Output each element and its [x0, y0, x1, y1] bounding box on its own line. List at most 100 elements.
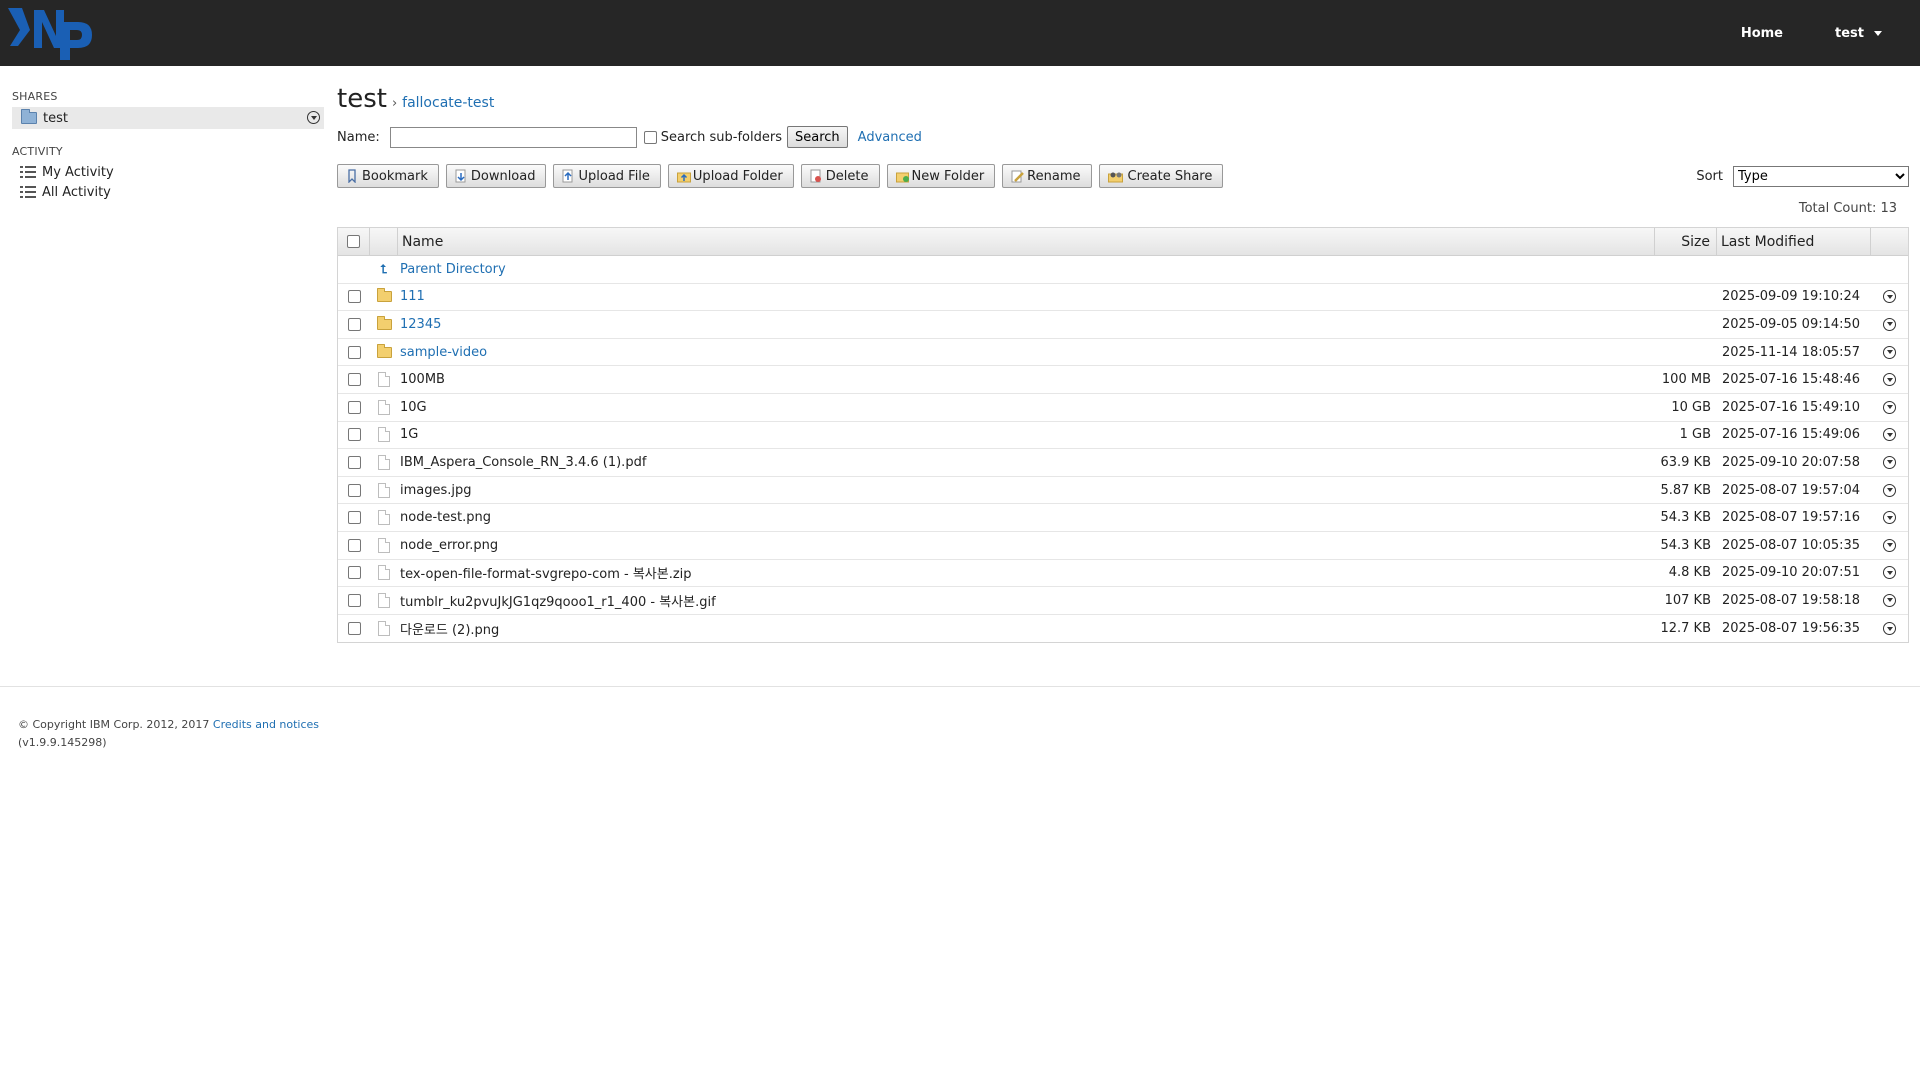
row-checkbox[interactable] — [347, 345, 361, 359]
table-row[interactable]: images.jpg 5.87 KB 2025-08-07 19:57:04 — [338, 477, 1908, 505]
table-row[interactable]: 다운로드 (2).png 12.7 KB 2025-08-07 19:56:35 — [338, 615, 1908, 643]
table-row[interactable]: 1G 1 GB 2025-07-16 15:49:06 — [338, 422, 1908, 450]
file-name[interactable]: IBM_Aspera_Console_RN_3.4.6 (1).pdf — [400, 455, 646, 470]
row-menu-cell — [1871, 345, 1908, 359]
bookmark-button[interactable]: Bookmark — [337, 164, 439, 188]
row-checkbox[interactable] — [347, 455, 361, 469]
share-menu-icon[interactable] — [307, 111, 320, 128]
row-checkbox-cell — [338, 345, 370, 359]
row-menu-icon[interactable] — [1883, 373, 1896, 387]
table-row[interactable]: node-test.png 54.3 KB 2025-08-07 19:57:16 — [338, 504, 1908, 532]
list-icon — [20, 166, 36, 178]
row-icon-cell — [370, 288, 398, 303]
download-icon — [455, 169, 467, 183]
file-icon — [378, 372, 390, 388]
row-menu-icon[interactable] — [1883, 511, 1896, 525]
row-menu-icon[interactable] — [1883, 290, 1896, 304]
row-name-cell: 100MB — [398, 372, 1655, 387]
column-header-modified[interactable]: Last Modified — [1717, 228, 1871, 255]
search-button[interactable]: Search — [787, 126, 848, 148]
home-link[interactable]: Home — [1741, 26, 1783, 41]
row-menu-icon[interactable] — [1883, 428, 1896, 442]
upload-folder-button[interactable]: Upload Folder — [667, 164, 794, 188]
file-name[interactable]: tex-open-file-format-svgrepo-com - 복사본.z… — [400, 567, 692, 582]
rename-button[interactable]: Rename — [1002, 164, 1092, 188]
row-menu-icon[interactable] — [1883, 483, 1896, 497]
search-input[interactable] — [389, 126, 637, 148]
table-row[interactable]: node_error.png 54.3 KB 2025-08-07 10:05:35 — [338, 532, 1908, 560]
file-name[interactable]: 다운로드 (2).png — [400, 623, 499, 638]
row-checkbox[interactable] — [347, 622, 361, 636]
file-name[interactable]: 10G — [400, 400, 427, 415]
table-row[interactable]: tex-open-file-format-svgrepo-com - 복사본.z… — [338, 560, 1908, 588]
row-checkbox[interactable] — [347, 593, 361, 607]
row-menu-icon[interactable] — [1883, 345, 1896, 359]
row-size: 1 GB — [1679, 427, 1711, 443]
file-name[interactable]: 100MB — [400, 372, 445, 387]
column-header-size[interactable]: Size — [1655, 228, 1717, 255]
row-checkbox[interactable] — [347, 317, 361, 331]
create-share-button[interactable]: Create Share — [1098, 164, 1224, 188]
folder-link[interactable]: 111 — [400, 289, 425, 304]
row-menu-icon[interactable] — [1883, 538, 1896, 552]
footer: © Copyright IBM Corp. 2012, 2017 Credits… — [18, 716, 319, 752]
row-size: 100 MB — [1661, 372, 1711, 388]
folder-link[interactable]: sample-video — [400, 345, 487, 360]
row-menu-icon[interactable] — [1883, 317, 1896, 331]
row-menu-icon[interactable] — [1883, 400, 1896, 414]
row-menu-cell — [1871, 566, 1908, 580]
np-logo-icon[interactable] — [4, 2, 96, 62]
row-menu-icon[interactable] — [1883, 566, 1896, 580]
table-row[interactable]: 100MB 100 MB 2025-07-16 15:48:46 — [338, 366, 1908, 394]
row-menu-icon[interactable] — [1883, 593, 1896, 607]
file-name[interactable]: images.jpg — [400, 483, 472, 498]
folder-link[interactable]: 12345 — [400, 317, 441, 332]
table-row[interactable]: sample-video 2025-11-14 18:05:57 — [338, 339, 1908, 367]
download-button[interactable]: Download — [445, 164, 547, 188]
table-row[interactable]: tumblr_ku2pvuJkJG1qz9qooo1_r1_400 - 복사본.… — [338, 587, 1908, 615]
row-checkbox[interactable] — [347, 400, 361, 414]
sort-select[interactable]: Type — [1733, 165, 1909, 187]
new-folder-button[interactable]: New Folder — [886, 164, 996, 188]
row-checkbox[interactable] — [347, 538, 361, 552]
user-menu[interactable]: test — [1835, 26, 1882, 41]
new-folder-icon — [895, 169, 909, 183]
sidebar-item-my-activity[interactable]: My Activity — [12, 162, 324, 182]
upload-folder-icon — [676, 169, 691, 183]
table-row[interactable]: 12345 2025-09-05 09:14:50 — [338, 311, 1908, 339]
row-icon-cell — [370, 537, 398, 553]
row-checkbox[interactable] — [347, 428, 361, 442]
file-name[interactable]: 1G — [400, 427, 418, 442]
file-name[interactable]: node_error.png — [400, 538, 498, 553]
file-name[interactable]: tumblr_ku2pvuJkJG1qz9qooo1_r1_400 - 복사본.… — [400, 595, 716, 610]
parent-directory-link[interactable]: Parent Directory — [400, 262, 506, 277]
upload-file-button[interactable]: Upload File — [553, 164, 661, 188]
search-subfolders-checkbox[interactable] — [643, 130, 657, 144]
row-checkbox-cell — [338, 455, 370, 469]
row-checkbox-cell — [338, 483, 370, 497]
row-checkbox[interactable] — [347, 290, 361, 304]
sidebar-share-test[interactable]: test — [12, 107, 324, 129]
column-header-name[interactable]: Name — [398, 228, 1655, 255]
select-all-checkbox[interactable] — [347, 235, 360, 248]
credits-link[interactable]: Credits and notices — [213, 718, 319, 731]
row-checkbox[interactable] — [347, 566, 361, 580]
row-menu-icon[interactable] — [1883, 455, 1896, 469]
row-checkbox[interactable] — [347, 373, 361, 387]
delete-icon — [810, 169, 822, 183]
row-checkbox[interactable] — [347, 483, 361, 497]
delete-button[interactable]: Delete — [800, 164, 880, 188]
sidebar-item-all-activity[interactable]: All Activity — [12, 182, 324, 202]
row-menu-icon[interactable] — [1883, 622, 1896, 636]
breadcrumb-current[interactable]: fallocate-test — [402, 95, 494, 111]
table-row[interactable]: 111 2025-09-09 19:10:24 — [338, 284, 1908, 312]
breadcrumb-root[interactable]: test — [337, 84, 387, 114]
file-name[interactable]: node-test.png — [400, 510, 491, 525]
row-name-cell: node-test.png — [398, 510, 1655, 525]
row-checkbox[interactable] — [347, 511, 361, 525]
table-row[interactable]: 10G 10 GB 2025-07-16 15:49:10 — [338, 394, 1908, 422]
row-size: 5.87 KB — [1660, 482, 1711, 498]
table-row[interactable]: IBM_Aspera_Console_RN_3.4.6 (1).pdf 63.9 … — [338, 449, 1908, 477]
row-menu-cell — [1871, 538, 1908, 552]
advanced-search-link[interactable]: Advanced — [858, 130, 922, 145]
